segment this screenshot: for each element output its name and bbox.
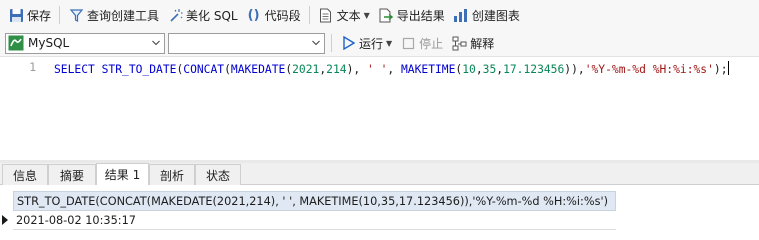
stop-label: 停止: [419, 36, 444, 51]
sql-editor[interactable]: 1 SELECT STR_TO_DATE(CONCAT(MAKEDATE(202…: [0, 57, 759, 160]
query-builder-label: 查询创建工具: [87, 8, 160, 23]
sql-token: ,: [475, 63, 483, 76]
funnel-icon: [68, 7, 84, 23]
code-snippet-label: 代码段: [264, 8, 301, 23]
cell-value[interactable]: 2021-08-02 10:35:17: [16, 214, 136, 227]
sql-token: 10: [462, 63, 476, 76]
beautify-sql-label: 美化 SQL: [186, 8, 238, 23]
sql-token: MAKETIME: [400, 63, 456, 76]
tab-label: 摘要: [59, 168, 84, 183]
connection-toolbar: MySQL 运行 ▼ 停止 解释: [0, 30, 759, 57]
save-label: 保存: [27, 8, 52, 23]
toolbar-divider: [308, 6, 310, 24]
explain-label: 解释: [470, 36, 495, 51]
export-results-button[interactable]: 导出结果: [374, 3, 449, 27]
sql-token: 2021: [292, 63, 320, 76]
document-icon: [318, 7, 334, 23]
magic-wand-icon: [167, 7, 183, 23]
sql-token: ' ': [366, 63, 388, 76]
beautify-sql-button[interactable]: 美化 SQL: [163, 3, 242, 27]
play-icon: [340, 35, 356, 51]
column-header[interactable]: STR_TO_DATE(CONCAT(MAKEDATE(2021,214), '…: [13, 191, 616, 211]
connection-value: MySQL: [28, 36, 70, 50]
chevron-down-icon: [312, 40, 320, 45]
chevron-down-icon[interactable]: ▼: [386, 39, 392, 48]
result-grid: STR_TO_DATE(CONCAT(MAKEDATE(2021,214), '…: [0, 185, 759, 240]
main-toolbar: 保存 查询创建工具 美化 SQL () 代码段 文本 ▼ 导出结果 创建图表: [0, 0, 759, 30]
tab-info[interactable]: 信息: [2, 164, 48, 185]
sql-token: MAKEDATE: [230, 63, 286, 76]
toolbar-divider: [59, 6, 61, 24]
sql-code-line[interactable]: SELECT STR_TO_DATE(CONCAT(MAKEDATE(2021,…: [54, 61, 729, 76]
tab-result-1[interactable]: 结果 1: [96, 163, 149, 185]
sql-token: );: [713, 63, 728, 76]
line-gutter: 1: [0, 57, 42, 160]
sql-token: SELECT: [54, 63, 95, 76]
line-number: 1: [29, 61, 36, 74]
export-icon: [378, 7, 394, 23]
tab-label: 信息: [12, 168, 37, 183]
chart-icon: [453, 7, 469, 23]
chevron-down-icon: [152, 40, 160, 45]
save-icon: [8, 7, 24, 23]
result-tabs: 信息 摘要 结果 1 剖析 状态: [0, 163, 759, 185]
sql-token: 35: [482, 63, 497, 76]
sql-token: STR_TO_DATE: [101, 63, 177, 76]
chevron-down-icon[interactable]: ▼: [364, 11, 370, 20]
explain-icon: [451, 35, 467, 51]
code-snippet-button[interactable]: () 代码段: [242, 3, 305, 27]
parentheses-icon: (): [247, 7, 260, 23]
sql-token: (: [224, 63, 231, 76]
create-chart-button[interactable]: 创建图表: [449, 3, 524, 27]
column-header-label: STR_TO_DATE(CONCAT(MAKEDATE(2021,214), '…: [17, 194, 608, 208]
query-builder-button[interactable]: 查询创建工具: [64, 3, 163, 27]
run-button[interactable]: 运行 ▼: [336, 31, 396, 55]
sql-token: 214: [326, 63, 347, 76]
mysql-icon: [8, 35, 24, 51]
toolbar-divider: [331, 34, 332, 52]
connection-select[interactable]: MySQL: [5, 32, 165, 54]
tab-label: 状态: [205, 168, 230, 183]
export-results-label: 导出结果: [396, 8, 445, 23]
tab-status[interactable]: 状态: [195, 164, 241, 185]
tab-profile[interactable]: 剖析: [149, 164, 195, 185]
table-row[interactable]: 2021-08-02 10:35:17: [13, 211, 616, 230]
tab-label: 剖析: [159, 168, 184, 183]
row-indicator-icon: [2, 215, 8, 225]
explain-button[interactable]: 解释: [447, 31, 498, 55]
text-cursor: [727, 61, 729, 75]
save-button[interactable]: 保存: [4, 3, 55, 27]
database-select[interactable]: [168, 32, 325, 54]
sql-token: 17.123456: [503, 63, 565, 76]
sql-token: ),: [346, 63, 367, 76]
create-chart-label: 创建图表: [471, 8, 520, 23]
stop-button[interactable]: 停止: [396, 31, 447, 55]
sql-token: '%Y-%m-%d %H:%i:%s': [584, 63, 714, 76]
sql-token: )),: [564, 63, 585, 76]
sql-token: CONCAT: [183, 63, 225, 76]
tab-label: 结果 1: [104, 168, 141, 182]
stop-icon: [400, 35, 416, 51]
tab-summary[interactable]: 摘要: [48, 164, 96, 185]
sql-token: ,: [387, 63, 401, 76]
text-mode-button[interactable]: 文本 ▼: [314, 3, 374, 27]
run-label: 运行: [359, 36, 384, 51]
text-mode-label: 文本: [336, 8, 361, 23]
